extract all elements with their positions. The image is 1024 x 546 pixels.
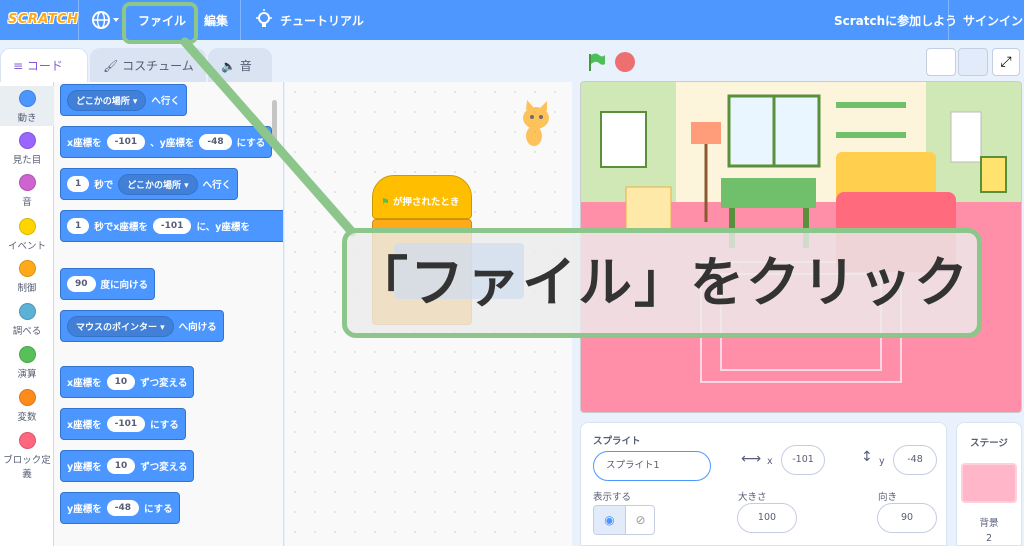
category-dot xyxy=(18,174,36,191)
brush-icon: 🖌 xyxy=(103,59,123,73)
sign-in-link[interactable]: サインイン xyxy=(963,12,1023,29)
category-dot xyxy=(18,432,36,449)
category-looks[interactable]: 見た目 xyxy=(0,132,54,166)
tutorials-menu[interactable]: チュートリアル xyxy=(280,12,364,29)
category-dot xyxy=(18,218,36,235)
code-icon: ≡ xyxy=(13,59,27,73)
tab-costumes-label: コスチューム xyxy=(122,59,194,73)
block-set-y[interactable]: y座標を -48 にする xyxy=(60,492,180,524)
category-dot xyxy=(18,132,36,149)
x-input[interactable]: -101 xyxy=(152,218,192,234)
backdrop-thumbnail xyxy=(961,463,1017,503)
block-point-towards[interactable]: マウスのポインター ▾ へ向ける xyxy=(60,310,224,342)
block-palette: どこかの場所 ▾ へ行く x座標を -101 、y座標を -48 にする 1 秒で どこかの場… xyxy=(54,82,284,546)
direction-label: 向き xyxy=(878,492,898,503)
tab-costumes[interactable]: 🖌 コスチューム xyxy=(90,48,206,82)
sprite-info-panel: スプライト スプライト1 ⟷ x -101 ↕ y -48 表示する ◉ ⊘ 大… xyxy=(580,422,947,546)
block-glide-to[interactable]: 1 秒で どこかの場所 ▾ へ行く xyxy=(60,168,239,200)
block-glide-to-xy[interactable]: 1 秒でx座標を -101 に、y座標を xyxy=(60,210,283,242)
tab-sounds[interactable]: 🔈 音 xyxy=(208,48,272,82)
x-input[interactable]: -101 xyxy=(106,134,146,150)
show-eye-icon[interactable]: ◉ xyxy=(594,506,625,534)
category-sensing[interactable]: 調べる xyxy=(0,303,54,337)
block-go-to[interactable]: どこかの場所 ▾ へ行く xyxy=(60,84,187,116)
tab-sounds-label: 音 xyxy=(239,59,252,73)
cat-sprite-icon xyxy=(523,100,549,146)
menu-divider xyxy=(240,0,241,40)
block-change-x[interactable]: x座標を 10 ずつ変える xyxy=(60,366,195,398)
y-arrows-icon: ↕ xyxy=(861,449,873,465)
lightbulb-icon[interactable] xyxy=(255,9,273,31)
menu-divider xyxy=(78,0,79,40)
file-menu-highlight xyxy=(122,2,198,44)
normal-stage-button[interactable] xyxy=(958,48,988,76)
instruction-callout: 「ファイル」をクリック xyxy=(342,228,982,338)
category-events[interactable]: イベント xyxy=(0,218,54,252)
stop-button[interactable] xyxy=(615,52,635,72)
y-label: y xyxy=(879,456,885,467)
backdrop-label: 背景 xyxy=(979,518,999,529)
editor-tabs: ≡ コード 🖌 コスチューム 🔈 音 xyxy=(0,48,285,83)
fullscreen-icon[interactable]: ⤢ xyxy=(992,48,1020,76)
category-dot xyxy=(18,346,36,363)
secs-input[interactable]: 1 xyxy=(67,218,90,234)
visibility-toggle: ◉ ⊘ xyxy=(593,505,655,535)
sprite-label: スプライト xyxy=(593,436,641,447)
category-dot xyxy=(18,303,36,320)
block-point-in-direction[interactable]: 90 度に向ける xyxy=(60,268,156,300)
speaker-icon: 🔈 xyxy=(221,59,240,73)
category-dot xyxy=(18,260,36,277)
tab-code[interactable]: ≡ コード xyxy=(0,48,88,83)
palette-scrollbar[interactable] xyxy=(272,100,277,146)
x-input[interactable]: -101 xyxy=(781,445,825,475)
block-categories: 動き 見た目 音 イベント 制御 調べる 演算 変数 ブロック定義 xyxy=(0,82,54,546)
edit-menu[interactable]: 編集 xyxy=(204,12,228,29)
y-input[interactable]: -48 xyxy=(893,445,937,475)
size-input[interactable]: 100 xyxy=(737,503,797,533)
category-variables[interactable]: 変数 xyxy=(0,389,54,423)
value-input[interactable]: 10 xyxy=(106,374,136,390)
y-input[interactable]: -48 xyxy=(199,134,232,150)
scratch-editor: SCRATCH ファイル 編集 チュートリアル Scratchに参加しよう サイ… xyxy=(0,0,1024,546)
value-input[interactable]: -48 xyxy=(106,500,139,516)
category-my-blocks[interactable]: ブロック定義 xyxy=(0,432,54,480)
block-set-x[interactable]: x座標を -101 にする xyxy=(60,408,186,440)
category-operators[interactable]: 演算 xyxy=(0,346,54,380)
sprite-name-input[interactable]: スプライト1 xyxy=(593,451,711,481)
block-change-y[interactable]: y座標を 10 ずつ変える xyxy=(60,450,195,482)
when-flag-clicked-block[interactable]: ⚑ が押されたとき xyxy=(372,175,472,219)
join-scratch-link[interactable]: Scratchに参加しよう xyxy=(834,12,957,29)
direction-input[interactable]: 90 xyxy=(877,503,937,533)
x-label: x xyxy=(767,456,773,467)
target-dropdown[interactable]: どこかの場所 ▾ xyxy=(67,89,147,111)
block-go-to-xy[interactable]: x座標を -101 、y座標を -48 にする xyxy=(60,126,273,158)
category-control[interactable]: 制御 xyxy=(0,260,54,294)
backdrop-count: 2 xyxy=(985,533,993,544)
scratch-logo[interactable]: SCRATCH xyxy=(8,8,78,32)
stage-title: ステージ xyxy=(970,438,1008,449)
category-dot xyxy=(18,389,36,406)
target-dropdown[interactable]: マウスのポインター ▾ xyxy=(67,315,174,337)
tab-code-label: コード xyxy=(26,59,63,73)
target-dropdown[interactable]: どこかの場所 ▾ xyxy=(118,173,198,195)
stage-selector[interactable]: ステージ 背景 2 xyxy=(956,422,1022,546)
show-label: 表示する xyxy=(593,492,632,503)
category-motion[interactable]: 動き xyxy=(0,86,54,126)
hide-eye-icon[interactable]: ⊘ xyxy=(625,506,654,534)
category-dot xyxy=(18,90,36,107)
value-input[interactable]: -101 xyxy=(106,416,146,432)
menu-divider xyxy=(948,0,949,40)
value-input[interactable]: 10 xyxy=(106,458,136,474)
x-arrows-icon: ⟷ xyxy=(741,451,762,467)
green-flag-icon: ⚑ xyxy=(381,197,390,208)
size-label: 大きさ xyxy=(738,492,767,503)
globe-icon[interactable] xyxy=(90,9,120,31)
green-flag-button[interactable] xyxy=(586,52,606,72)
category-sound[interactable]: 音 xyxy=(0,174,54,208)
small-stage-button[interactable] xyxy=(926,48,956,76)
direction-input[interactable]: 90 xyxy=(67,276,96,292)
secs-input[interactable]: 1 xyxy=(67,176,90,192)
